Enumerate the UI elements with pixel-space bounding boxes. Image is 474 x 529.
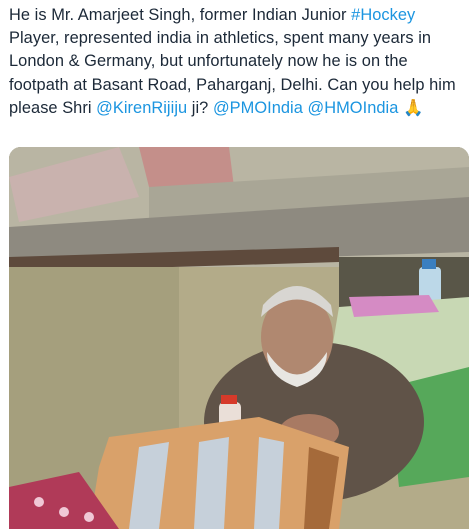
- mention-pmoindia-link[interactable]: @PMOIndia: [213, 99, 303, 117]
- tweet-text-segment: ji?: [187, 98, 213, 117]
- hashtag-hockey-link[interactable]: #Hockey: [351, 6, 415, 24]
- mention-hmoindia-link[interactable]: @HMOIndia: [308, 99, 399, 117]
- tweet-card: He is Mr. Amarjeet Singh, former Indian …: [0, 0, 474, 529]
- tweet-text: He is Mr. Amarjeet Singh, former Indian …: [9, 4, 469, 120]
- man-on-footpath-photo-icon: [9, 147, 469, 529]
- tweet-text-segment: He is Mr. Amarjeet Singh, former Indian …: [9, 6, 352, 24]
- mention-kirenrijiju-link[interactable]: @KirenRijiju: [96, 99, 187, 117]
- folded-hands-emoji-icon: 🙏: [403, 98, 424, 117]
- tweet-photo[interactable]: [9, 147, 469, 529]
